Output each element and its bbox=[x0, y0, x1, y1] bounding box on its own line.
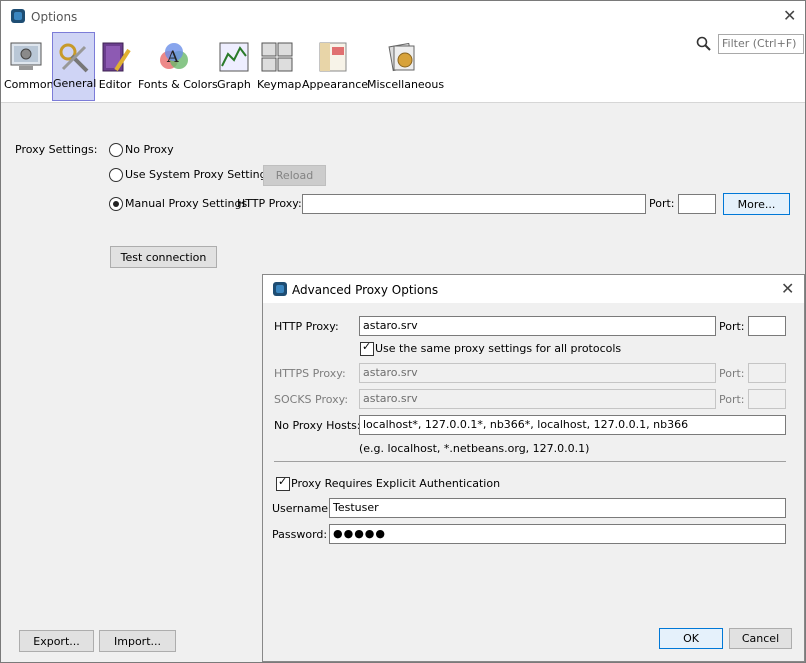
dlg-socks-proxy-label: SOCKS Proxy: bbox=[274, 393, 349, 406]
tab-common[interactable]: Common bbox=[4, 32, 54, 101]
export-button[interactable]: Export... bbox=[19, 630, 94, 652]
more-button[interactable]: More... bbox=[723, 193, 790, 215]
dlg-http-proxy-input[interactable]: astaro.srv bbox=[359, 316, 716, 336]
no-proxy-hint: (e.g. localhost, *.netbeans.org, 127.0.0… bbox=[359, 442, 590, 455]
port-label: Port: bbox=[649, 197, 675, 210]
svg-text:A: A bbox=[166, 47, 179, 66]
tab-keymap-label: Keymap bbox=[257, 78, 302, 91]
no-proxy-hosts-label: No Proxy Hosts: bbox=[274, 419, 361, 432]
graph-icon bbox=[219, 42, 249, 72]
auth-checkbox[interactable] bbox=[276, 475, 290, 491]
dialog-close-icon[interactable]: ✕ bbox=[781, 279, 794, 298]
same-settings-checkbox[interactable] bbox=[360, 340, 374, 356]
dlg-socks-port-label: Port: bbox=[719, 393, 745, 406]
tab-appearance[interactable]: Appearance bbox=[302, 32, 369, 101]
tab-miscellaneous[interactable]: Miscellaneous bbox=[367, 32, 445, 101]
dlg-https-port-input[interactable] bbox=[748, 363, 786, 383]
fonts-colors-icon: A bbox=[160, 43, 188, 69]
same-settings-label[interactable]: Use the same proxy settings for all prot… bbox=[375, 342, 621, 355]
tab-general[interactable]: General bbox=[52, 32, 97, 101]
search-icon bbox=[696, 36, 711, 51]
test-connection-button[interactable]: Test connection bbox=[110, 246, 217, 268]
dlg-socks-proxy-input[interactable]: astaro.srv bbox=[359, 389, 716, 409]
dialog-title-bar: Advanced Proxy Options ✕ bbox=[263, 275, 804, 303]
tab-common-label: Common bbox=[4, 78, 54, 91]
advanced-proxy-dialog: Advanced Proxy Options ✕ HTTP Proxy: ast… bbox=[262, 274, 805, 662]
password-input[interactable]: ●●●●● bbox=[329, 524, 786, 544]
no-proxy-radio[interactable] bbox=[109, 143, 123, 157]
no-proxy-hosts-input[interactable]: localhost*, 127.0.0.1*, nb366*, localhos… bbox=[359, 415, 786, 435]
miscellaneous-icon bbox=[388, 42, 415, 72]
cancel-button[interactable]: Cancel bbox=[729, 628, 792, 649]
netbeans-app-icon bbox=[273, 282, 287, 296]
dlg-https-proxy-label: HTTPS Proxy: bbox=[274, 367, 346, 380]
category-toolbar: Common General Editor A Fonts & Colors G… bbox=[1, 32, 805, 103]
appearance-icon bbox=[319, 42, 347, 72]
tab-keymap[interactable]: Keymap bbox=[257, 32, 302, 101]
gear-computer-icon bbox=[10, 42, 42, 70]
dlg-https-proxy-input[interactable]: astaro.srv bbox=[359, 363, 716, 383]
dlg-socks-port-input[interactable] bbox=[748, 389, 786, 409]
tab-fonts-colors[interactable]: A Fonts & Colors bbox=[138, 32, 218, 101]
options-window: Options ✕ Common General Editor A Fonts … bbox=[0, 0, 806, 663]
tab-graph-label: Graph bbox=[217, 78, 251, 91]
dlg-http-port-label: Port: bbox=[719, 320, 745, 333]
tab-editor[interactable]: Editor bbox=[98, 32, 132, 101]
netbeans-app-icon bbox=[11, 9, 25, 23]
auth-label[interactable]: Proxy Requires Explicit Authentication bbox=[291, 477, 500, 490]
system-proxy-radio[interactable] bbox=[109, 168, 123, 182]
tab-graph[interactable]: Graph bbox=[217, 32, 251, 101]
dlg-https-port-label: Port: bbox=[719, 367, 745, 380]
tools-icon bbox=[59, 43, 88, 73]
filter-input[interactable] bbox=[719, 35, 805, 51]
http-proxy-label: HTTP Proxy: bbox=[237, 197, 302, 210]
username-input[interactable]: Testuser bbox=[329, 498, 786, 518]
proxy-settings-label: Proxy Settings: bbox=[15, 143, 98, 156]
divider bbox=[274, 461, 786, 462]
keymap-icon bbox=[261, 42, 293, 72]
ok-button[interactable]: OK bbox=[659, 628, 723, 649]
editor-book-icon bbox=[102, 42, 131, 72]
username-label: Username: bbox=[272, 502, 332, 515]
port-input[interactable] bbox=[678, 194, 716, 214]
import-button[interactable]: Import... bbox=[99, 630, 176, 652]
close-icon[interactable]: ✕ bbox=[783, 6, 796, 25]
filter-field[interactable] bbox=[718, 34, 805, 54]
manual-proxy-label[interactable]: Manual Proxy Settings bbox=[125, 197, 247, 210]
dialog-title: Advanced Proxy Options bbox=[292, 283, 439, 297]
tab-fonts-colors-label: Fonts & Colors bbox=[138, 78, 218, 91]
window-title: Options bbox=[31, 10, 78, 24]
title-bar: Options ✕ bbox=[1, 1, 805, 32]
http-proxy-input[interactable] bbox=[302, 194, 646, 214]
password-label: Password: bbox=[272, 528, 328, 541]
dlg-http-proxy-label: HTTP Proxy: bbox=[274, 320, 339, 333]
reload-button[interactable]: Reload bbox=[263, 165, 326, 186]
tab-editor-label: Editor bbox=[98, 78, 132, 91]
manual-proxy-radio[interactable] bbox=[109, 197, 123, 211]
tab-miscellaneous-label: Miscellaneous bbox=[367, 78, 445, 91]
tab-general-label: General bbox=[53, 77, 97, 90]
tab-appearance-label: Appearance bbox=[302, 78, 369, 91]
dlg-http-port-input[interactable] bbox=[748, 316, 786, 336]
system-proxy-label[interactable]: Use System Proxy Settings bbox=[125, 168, 272, 181]
no-proxy-label[interactable]: No Proxy bbox=[125, 143, 174, 156]
